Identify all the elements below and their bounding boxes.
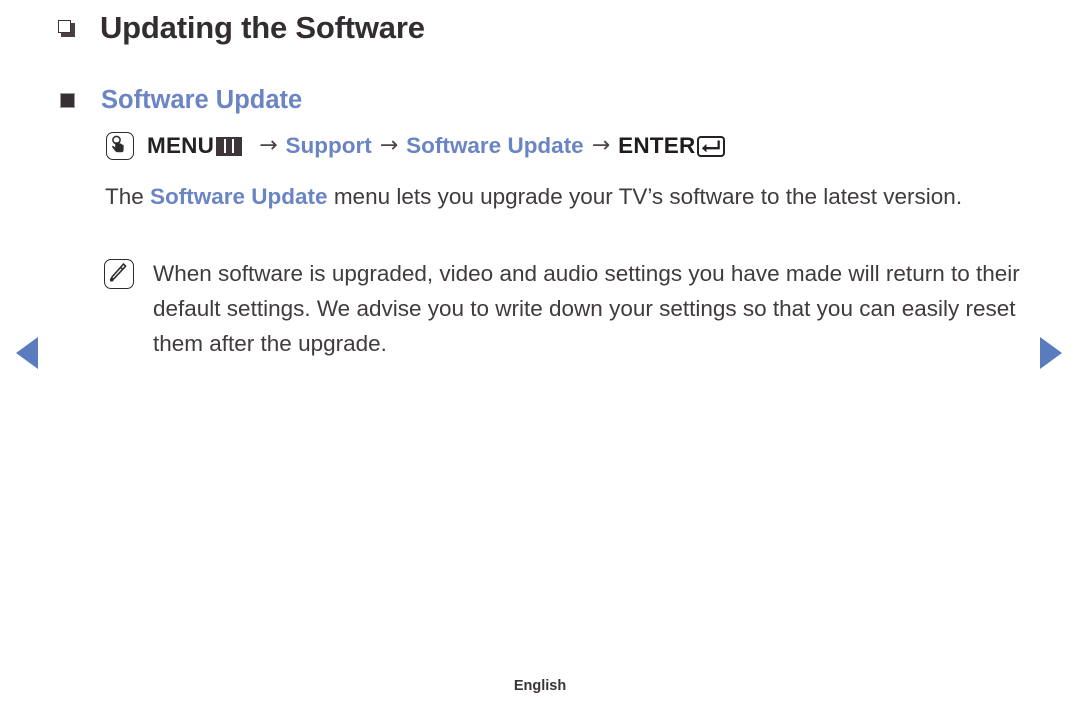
triangle-right-icon[interactable] [1040,337,1062,369]
arrow-separator-2: → [379,133,399,158]
menu-step-software-update: Software Update [406,132,584,158]
filled-square-bullet-icon [60,93,75,108]
menu-step-support: Support [285,132,372,158]
body-paragraph: The Software Update menu lets you upgrad… [105,180,1005,214]
hollow-square-bullet-icon [58,20,75,37]
hand-press-button-icon [106,132,134,160]
section-title: Software Update [101,86,303,114]
note-block: When software is upgraded, video and aud… [104,256,1034,361]
triangle-left-icon[interactable] [16,337,38,369]
body-rest: menu lets you upgrade your TV’s software… [327,184,963,209]
body-lead: The [105,184,151,209]
manual-page: Updating the Software Software Update ME… [0,0,1080,705]
menu-bars-icon [216,136,243,156]
enter-button-label: ENTER [618,132,696,158]
note-text: When software is upgraded, video and aud… [153,261,1020,356]
menu-button-label: MENU [147,132,215,158]
section-heading-row: Software Update [60,84,302,117]
body-highlight: Software Update [150,184,328,209]
footer-language-label: English [513,678,567,694]
note-pencil-icon [104,259,134,289]
menu-path-breadcrumb: MENU → Support → Software Update → ENTER [106,132,726,160]
chapter-title-row: Updating the Software [58,8,425,48]
enter-return-key-icon [697,135,726,157]
arrow-separator-1: → [259,133,278,158]
page-title: Updating the Software [100,10,425,45]
arrow-separator-3: → [591,133,611,158]
